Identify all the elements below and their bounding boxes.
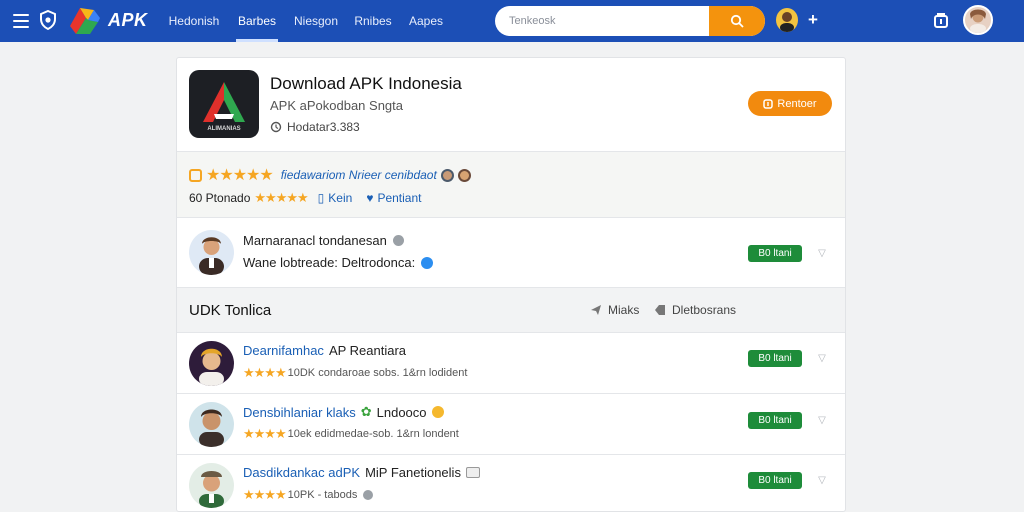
app-meta: Hodatar3.383 [270, 120, 360, 134]
item-title[interactable]: Dearnifamhac AP Reantiara [243, 343, 406, 358]
logo-mark[interactable] [66, 4, 102, 38]
item-title-suffix: Lndooco [376, 404, 427, 420]
bag-icon[interactable] [930, 9, 952, 31]
list-item[interactable]: Dearnifamhac AP Reantiara ★★★★ 10DK cond… [177, 333, 845, 394]
developer-section: Marnaranacl tondanesan Wane lobtreade: D… [177, 218, 845, 288]
developer-name: Marnaranacl tondanesan [243, 233, 387, 248]
bookmark-icon: ▯ [317, 191, 325, 205]
nav-item-4[interactable]: Rnibes [352, 0, 394, 42]
user-avatar[interactable] [776, 8, 798, 32]
developer-avatar[interactable] [189, 230, 234, 275]
menu-icon[interactable] [10, 9, 32, 33]
item-title-text: Densbihlaniar klaks [243, 404, 356, 420]
rating-stars: ★★★★★ [206, 167, 274, 184]
nav-item-2[interactable]: Barbes [236, 0, 278, 42]
rating-row: ★★★★★ fiedawariom Nrieer cenibdaot [189, 165, 471, 185]
list-action-1-label: Miaks [608, 303, 640, 317]
download-icon [763, 98, 774, 109]
chevron-down-icon[interactable]: ▽ [815, 413, 829, 427]
app-icon[interactable]: ALIMANIAS [189, 70, 259, 138]
app-meta-text: Hodatar3.383 [287, 120, 360, 134]
item-title-suffix: MiP Fanetionelis [365, 465, 461, 480]
search-button[interactable] [709, 6, 765, 36]
plus-icon[interactable]: + [806, 10, 820, 30]
item-stars: ★★★★ [243, 487, 287, 502]
item-title-text: Dasdikdankac adPK [243, 465, 361, 480]
rating-link-2[interactable]: Pentiant [377, 191, 421, 205]
plane-icon [591, 305, 601, 315]
app-icon-label: ALIMANIAS [207, 126, 240, 132]
item-title-suffix: AP Reantiara [328, 343, 407, 358]
item-meta-text: 10ek edidmedae-sob. 1&rn londent [287, 428, 459, 440]
developer-name-line: Marnaranacl tondanesan [243, 233, 404, 248]
chevron-down-icon[interactable]: ▽ [815, 246, 829, 260]
item-title[interactable]: Densbihlaniar klaks ✿ Lndooco [243, 404, 444, 420]
top-navigation-bar: APK Hedonish Barbes Niesgon Rnibes Aapes… [0, 0, 1024, 42]
heart-icon: ♥ [366, 191, 374, 205]
list-action-2[interactable]: Dletbosrans [654, 303, 736, 317]
item-action-button[interactable]: B0 ltani [748, 350, 802, 367]
item-stars: ★★★★ [243, 365, 287, 380]
list-header: UDK Tonlica Miaks Dletbosrans [177, 288, 845, 333]
item-meta: ★★★★ 10DK condaroae sobs. 1&rn lodident [243, 365, 467, 381]
nav-item-3[interactable]: Niesgon [290, 0, 342, 42]
item-avatar [189, 341, 234, 386]
item-avatar [189, 402, 234, 447]
developer-info-line: Wane lobtreade: Deltrodonca: [243, 255, 434, 270]
emoji-icon [431, 406, 444, 418]
info-icon [363, 490, 374, 500]
rating-stars-small: ★★★★★ [254, 190, 308, 205]
item-title-text: Dearnifamhac [243, 343, 324, 358]
badge-icon [465, 467, 480, 478]
tag-icon [655, 305, 665, 315]
list-action-2-label: Dletbosrans [672, 303, 737, 317]
item-meta: ★★★★ 10PK - tabods [243, 487, 374, 503]
list-item[interactable]: Densbihlaniar klaks ✿ Lndooco ★★★★ 10ek … [177, 394, 845, 455]
clock-icon [270, 121, 282, 133]
search-icon [730, 14, 744, 28]
logo-text[interactable]: APK [108, 8, 148, 32]
reviewer-avatar-icon [440, 168, 454, 182]
reviewer-avatar-icon-2 [457, 168, 471, 182]
app-subtitle: APK aPokodban Sngta [270, 98, 403, 113]
verified-icon [421, 256, 434, 269]
item-avatar [189, 463, 234, 508]
item-action-button[interactable]: B0 ltani [748, 472, 802, 489]
item-title[interactable]: Dasdikdankac adPK MiP Fanetionelis [243, 465, 480, 480]
list-item[interactable]: Dasdikdankac adPK MiP Fanetionelis ★★★★ … [177, 455, 845, 511]
list-title: UDK Tonlica [189, 302, 272, 319]
item-action-button[interactable]: B0 ltani [748, 412, 802, 429]
item-meta: ★★★★ 10ek edidmedae-sob. 1&rn londent [243, 426, 459, 442]
app-title: Download APK Indonesia [270, 74, 462, 93]
rating-count-row: 60 Ptonado ★★★★★ ▯ Kein ♥ Pentiant [189, 190, 421, 206]
developer-action-button[interactable]: B0 ltani [748, 245, 802, 262]
info-icon [392, 235, 404, 246]
award-icon [189, 168, 202, 182]
item-meta-text: 10DK condaroae sobs. 1&rn lodident [287, 367, 468, 379]
chevron-down-icon[interactable]: ▽ [815, 351, 829, 365]
developer-info: Wane lobtreade: Deltrodonca: [243, 255, 416, 270]
rating-headline[interactable]: fiedawariom Nrieer cenibdaot [281, 168, 437, 182]
shield-icon[interactable] [38, 9, 58, 31]
chevron-down-icon[interactable]: ▽ [815, 473, 829, 487]
item-stars: ★★★★ [243, 426, 287, 441]
rating-link-1[interactable]: Kein [328, 191, 352, 205]
download-label: Rentoer [777, 97, 817, 110]
profile-avatar[interactable] [963, 5, 993, 35]
app-header-section: ALIMANIAS Download APK Indonesia APK aPo… [177, 58, 845, 152]
rating-headline-text: fiedawariom Nrieer cenibdaot [280, 168, 437, 182]
search-input[interactable] [495, 6, 709, 36]
list-action-1[interactable]: Miaks [590, 303, 639, 317]
nav-item-1[interactable]: Hedonish [163, 0, 225, 42]
rating-count: 60 Ptonado [189, 191, 251, 205]
download-button[interactable]: Rentoer [748, 91, 832, 116]
app-detail-card: ALIMANIAS Download APK Indonesia APK aPo… [176, 57, 846, 512]
item-meta-text: 10PK - tabods [287, 489, 358, 501]
rating-section: ★★★★★ fiedawariom Nrieer cenibdaot 60 Pt… [177, 152, 845, 218]
search-bar [495, 6, 765, 36]
nav-item-5[interactable]: Aapes [405, 0, 447, 42]
leaf-icon: ✿ [360, 404, 372, 419]
